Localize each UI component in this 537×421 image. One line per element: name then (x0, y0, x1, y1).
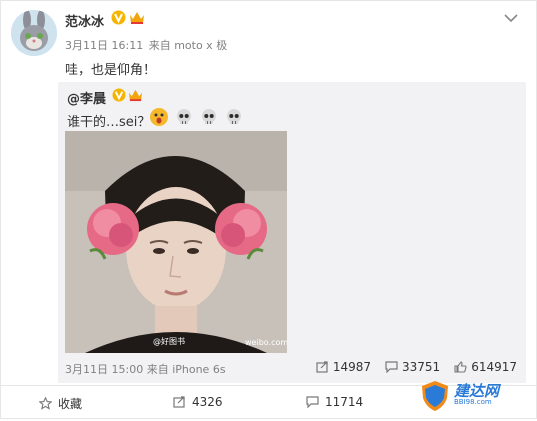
photo-watermark: @好图书 (153, 337, 185, 346)
comment-icon (385, 361, 398, 373)
repost-comment-count: 33751 (402, 360, 441, 374)
weibo-post-card: 范冰冰 3月11日 16:11 来自 moto x 极 哇，也是仰角！ @李晨 … (0, 0, 537, 419)
photo-watermark-url: weibo.com/lichenchen (245, 338, 287, 347)
repost-forward-count: 14987 (332, 360, 371, 374)
skull-emoji-icon (175, 108, 193, 126)
logo-domain: BBI98.com (454, 398, 492, 406)
comment-button[interactable]: 11714 (306, 395, 363, 409)
repost-box: @李晨 谁干的…sei？ @好图书 weibo.com/ 3月11日 15:00… (58, 82, 526, 383)
comment-icon (306, 396, 319, 408)
repost-button[interactable]: 4326 (173, 395, 223, 409)
repost-timestamp[interactable]: 3月11日 15:00 (65, 363, 143, 376)
repost-comment-stat[interactable]: 33751 (385, 360, 440, 374)
post-timestamp[interactable]: 3月11日 16:11 (65, 39, 143, 52)
crown-icon (130, 12, 144, 24)
post-photo[interactable]: @好图书 weibo.com/lichenchen (65, 131, 287, 353)
skull-emoji-icon (225, 108, 243, 126)
skull-emoji-icon (200, 108, 218, 126)
repost-text: 谁干的…sei？ (67, 115, 151, 130)
repost-author-name[interactable]: @李晨 (67, 88, 106, 107)
comment-count: 11714 (325, 395, 364, 409)
repost-like-stat[interactable]: 614917 (454, 360, 517, 374)
avatar[interactable] (11, 10, 57, 56)
like-icon (454, 361, 467, 373)
crown-icon (128, 89, 143, 102)
post-text: 哇，也是仰角！ (65, 63, 157, 78)
shield-icon (422, 381, 448, 411)
repost-like-count: 614917 (471, 360, 517, 374)
share-icon (316, 361, 328, 373)
repost-stats: 14987 33751 614917 (316, 360, 517, 374)
shocked-emoji-icon (150, 108, 168, 126)
share-icon (173, 396, 185, 408)
repost-source: 来自 iPhone 6s (146, 363, 226, 376)
repost-count: 4326 (192, 395, 223, 409)
favorite-button[interactable]: 收藏 (39, 395, 82, 412)
post-source: 来自 moto x 极 (148, 39, 228, 52)
star-icon (39, 397, 52, 410)
chevron-down-icon[interactable] (504, 13, 518, 23)
site-logo: 建达网 BBI98.com (416, 380, 526, 412)
favorite-label: 收藏 (58, 397, 83, 411)
emoji-row (150, 108, 245, 128)
repost-meta: 3月11日 15:00 来自 iPhone 6s (65, 361, 226, 377)
author-name[interactable]: 范冰冰 (65, 11, 104, 30)
repost-forward-stat[interactable]: 14987 (316, 360, 371, 374)
verified-v-icon (111, 10, 126, 25)
post-meta: 3月11日 16:11 来自 moto x 极 (65, 37, 229, 53)
verified-v-icon (112, 88, 126, 102)
